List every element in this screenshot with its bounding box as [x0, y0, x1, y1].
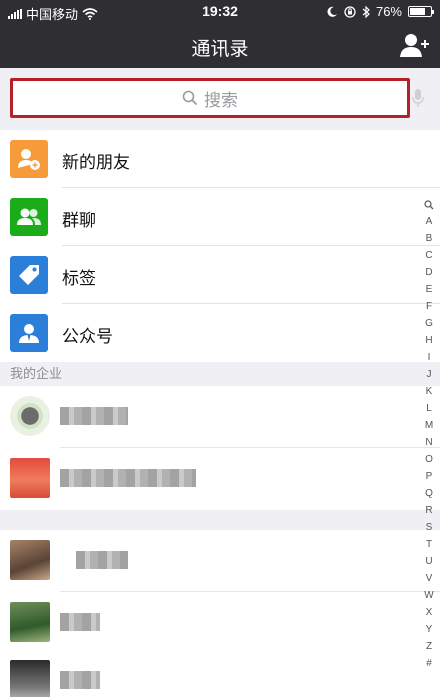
- mic-icon[interactable]: [412, 88, 424, 108]
- avatar: [10, 540, 50, 580]
- index-letter[interactable]: N: [425, 434, 432, 451]
- alphabet-index[interactable]: A B C D E F G H I J K L M N O P Q R S T U V W X Y Z #: [420, 196, 438, 672]
- tag-icon: [10, 256, 48, 294]
- index-letter[interactable]: X: [426, 604, 433, 621]
- new-friends-icon: [10, 140, 48, 178]
- enterprise-contact[interactable]: [0, 386, 440, 448]
- moon-icon: [327, 6, 337, 17]
- avatar: [10, 458, 50, 498]
- official-accounts-label: 公众号: [62, 327, 113, 346]
- tags-label: 标签: [62, 269, 96, 288]
- group-chat-icon: [10, 198, 48, 236]
- status-right: 76%: [326, 4, 434, 19]
- search-icon: [182, 90, 198, 106]
- index-letter[interactable]: U: [425, 553, 432, 570]
- rotation-lock-icon: [344, 5, 356, 18]
- battery-fill: [410, 8, 426, 15]
- add-contact-icon[interactable]: [400, 32, 430, 58]
- top-bar: 中国移动 19:32 76% 通讯录: [0, 0, 440, 68]
- index-letter[interactable]: K: [426, 383, 433, 400]
- index-letter[interactable]: P: [426, 468, 433, 485]
- new-friends-label: 新的朋友: [62, 153, 130, 172]
- index-letter[interactable]: F: [426, 298, 432, 315]
- index-search-icon[interactable]: [424, 200, 434, 210]
- index-letter[interactable]: Z: [426, 638, 432, 655]
- avatar: [10, 660, 50, 697]
- group-chat-label: 群聊: [62, 211, 96, 230]
- bluetooth-icon: [362, 5, 370, 18]
- index-letter[interactable]: O: [425, 451, 433, 468]
- group-chat-row[interactable]: 群聊: [0, 188, 440, 246]
- index-letter[interactable]: H: [425, 332, 432, 349]
- index-letter[interactable]: C: [425, 247, 432, 264]
- contact-name-blurred: [60, 613, 100, 631]
- index-letter[interactable]: D: [425, 264, 432, 281]
- contact-name-blurred: [60, 469, 196, 487]
- index-letter[interactable]: M: [425, 417, 433, 434]
- index-letter[interactable]: B: [426, 230, 433, 247]
- avatar: [10, 602, 50, 642]
- index-letter[interactable]: Q: [425, 485, 433, 502]
- contact-name-blurred: [60, 671, 100, 689]
- index-letter[interactable]: J: [427, 366, 432, 383]
- contact-name-blurred: [60, 407, 128, 425]
- index-letter[interactable]: T: [426, 536, 432, 553]
- index-letter[interactable]: V: [426, 570, 433, 587]
- contact-row[interactable]: [0, 530, 440, 592]
- index-letter[interactable]: W: [424, 587, 433, 604]
- search-input[interactable]: 搜索: [10, 78, 410, 118]
- index-letter[interactable]: I: [428, 349, 431, 366]
- index-letter[interactable]: S: [426, 519, 433, 536]
- index-letter[interactable]: G: [425, 315, 433, 332]
- index-letter[interactable]: E: [426, 281, 433, 298]
- battery-icon: [408, 6, 434, 17]
- index-letter[interactable]: Y: [426, 621, 433, 638]
- contact-row[interactable]: [0, 592, 440, 654]
- avatar: [10, 396, 50, 436]
- search-placeholder: 搜索: [204, 90, 238, 110]
- index-letter[interactable]: R: [425, 502, 432, 519]
- index-letter[interactable]: L: [426, 400, 432, 417]
- official-account-icon: [10, 314, 48, 352]
- enterprise-contact[interactable]: [0, 448, 440, 510]
- battery-percent: 76%: [375, 4, 402, 19]
- contact-name-blurred: [76, 551, 128, 569]
- new-friends-row[interactable]: 新的朋友: [0, 130, 440, 188]
- status-bar: 中国移动 19:32 76%: [0, 0, 440, 24]
- section-header-enterprise: 我的企业: [0, 362, 440, 386]
- official-accounts-row[interactable]: 公众号: [0, 304, 440, 362]
- index-letter[interactable]: A: [426, 213, 433, 230]
- section-header-blurred: [0, 510, 440, 530]
- contact-row[interactable]: [0, 650, 440, 697]
- page-title: 通讯录: [191, 39, 249, 60]
- search-area: 搜索: [0, 68, 440, 130]
- index-letter[interactable]: #: [426, 655, 432, 672]
- tags-row[interactable]: 标签: [0, 246, 440, 304]
